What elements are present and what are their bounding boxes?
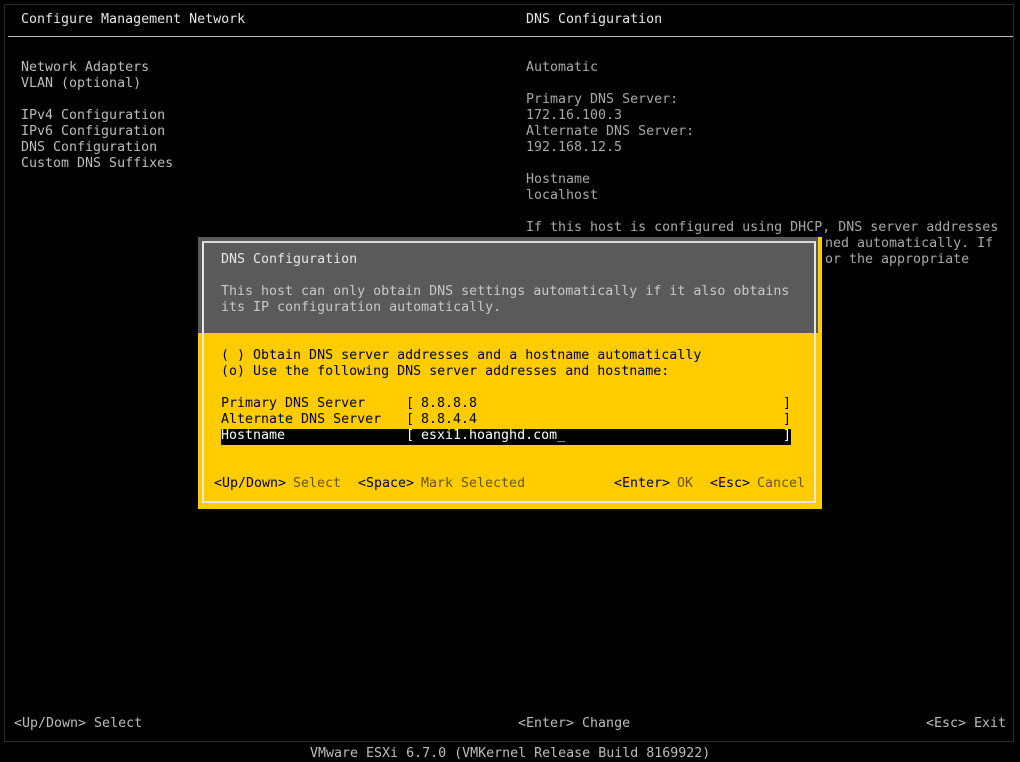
menu-item-ipv6[interactable]: IPv6 Configuration xyxy=(21,124,165,140)
primary-dns-input[interactable]: 8.8.8.8 xyxy=(421,396,477,412)
option-use-following-radio[interactable]: (o) Use the following DNS server address… xyxy=(221,364,669,380)
dialog-enter-key[interactable]: <Enter> xyxy=(614,476,670,492)
header-divider xyxy=(8,36,1013,37)
dhcp-note-line3: or the appropriate xyxy=(825,252,970,267)
ok-button[interactable]: OK xyxy=(677,476,693,492)
screen-title: Configure Management Network xyxy=(21,12,246,27)
menu-item-dns-configuration[interactable]: DNS Configuration xyxy=(21,140,157,156)
menu-item-vlan[interactable]: VLAN (optional) xyxy=(21,76,141,92)
dialog-mark-selected-action: Mark Selected xyxy=(421,476,526,491)
menu-item-ipv4[interactable]: IPv4 Configuration xyxy=(21,108,165,124)
primary-dns-bracket-open: [ xyxy=(406,396,415,411)
footer-exit-hint: <Esc> Exit xyxy=(926,716,1007,731)
hostname-field-label: Hostname xyxy=(221,428,286,443)
dialog-updown-key: <Up/Down> xyxy=(214,476,287,491)
alternate-dns-bracket-close: ] xyxy=(783,412,792,427)
dns-mode: Automatic xyxy=(526,60,599,75)
footer-change-hint: <Enter> Change xyxy=(518,716,631,731)
hostname-value: localhost xyxy=(526,188,599,203)
hostname-bracket-close: ] xyxy=(783,428,792,443)
alternate-dns-field-label: Alternate DNS Server xyxy=(221,412,382,427)
dhcp-note-line2: ned automatically. If xyxy=(825,236,994,251)
alternate-dns-label: Alternate DNS Server: xyxy=(526,124,695,139)
alternate-dns-bracket-open: [ xyxy=(406,412,415,427)
primary-dns-field-label: Primary DNS Server xyxy=(221,396,366,411)
cancel-button[interactable]: Cancel xyxy=(757,476,805,492)
alternate-dns-input[interactable]: 8.8.4.4 xyxy=(421,412,477,428)
dialog-select-action: Select xyxy=(293,476,342,491)
primary-dns-bracket-close: ] xyxy=(783,396,792,411)
menu-item-network-adapters[interactable]: Network Adapters xyxy=(21,60,149,76)
option-obtain-automatically-radio[interactable]: ( ) Obtain DNS server addresses and a ho… xyxy=(221,348,701,364)
footer-select-hint: <Up/Down> Select xyxy=(14,716,143,731)
dialog-description-line2: its IP configuration automatically. xyxy=(221,300,502,315)
primary-dns-value: 172.16.100.3 xyxy=(526,108,623,123)
section-title: DNS Configuration xyxy=(526,12,663,27)
build-info: VMware ESXi 6.7.0 (VMKernel Release Buil… xyxy=(310,746,711,761)
primary-dns-label: Primary DNS Server: xyxy=(526,92,679,107)
alternate-dns-value: 192.168.12.5 xyxy=(526,140,623,155)
dialog-description-line1: This host can only obtain DNS settings a… xyxy=(221,284,790,299)
menu-item-custom-dns-suffixes[interactable]: Custom DNS Suffixes xyxy=(21,156,173,172)
dialog-space-key: <Space> xyxy=(358,476,415,491)
dialog-title: DNS Configuration xyxy=(221,252,358,267)
dhcp-note-line1: If this host is configured using DHCP, D… xyxy=(526,220,999,235)
dialog-esc-key[interactable]: <Esc> xyxy=(710,476,750,492)
hostname-input[interactable]: esxi1.hoanghd.com_ xyxy=(421,428,565,444)
hostname-bracket-open: [ xyxy=(406,428,415,443)
hostname-label: Hostname xyxy=(526,172,591,187)
